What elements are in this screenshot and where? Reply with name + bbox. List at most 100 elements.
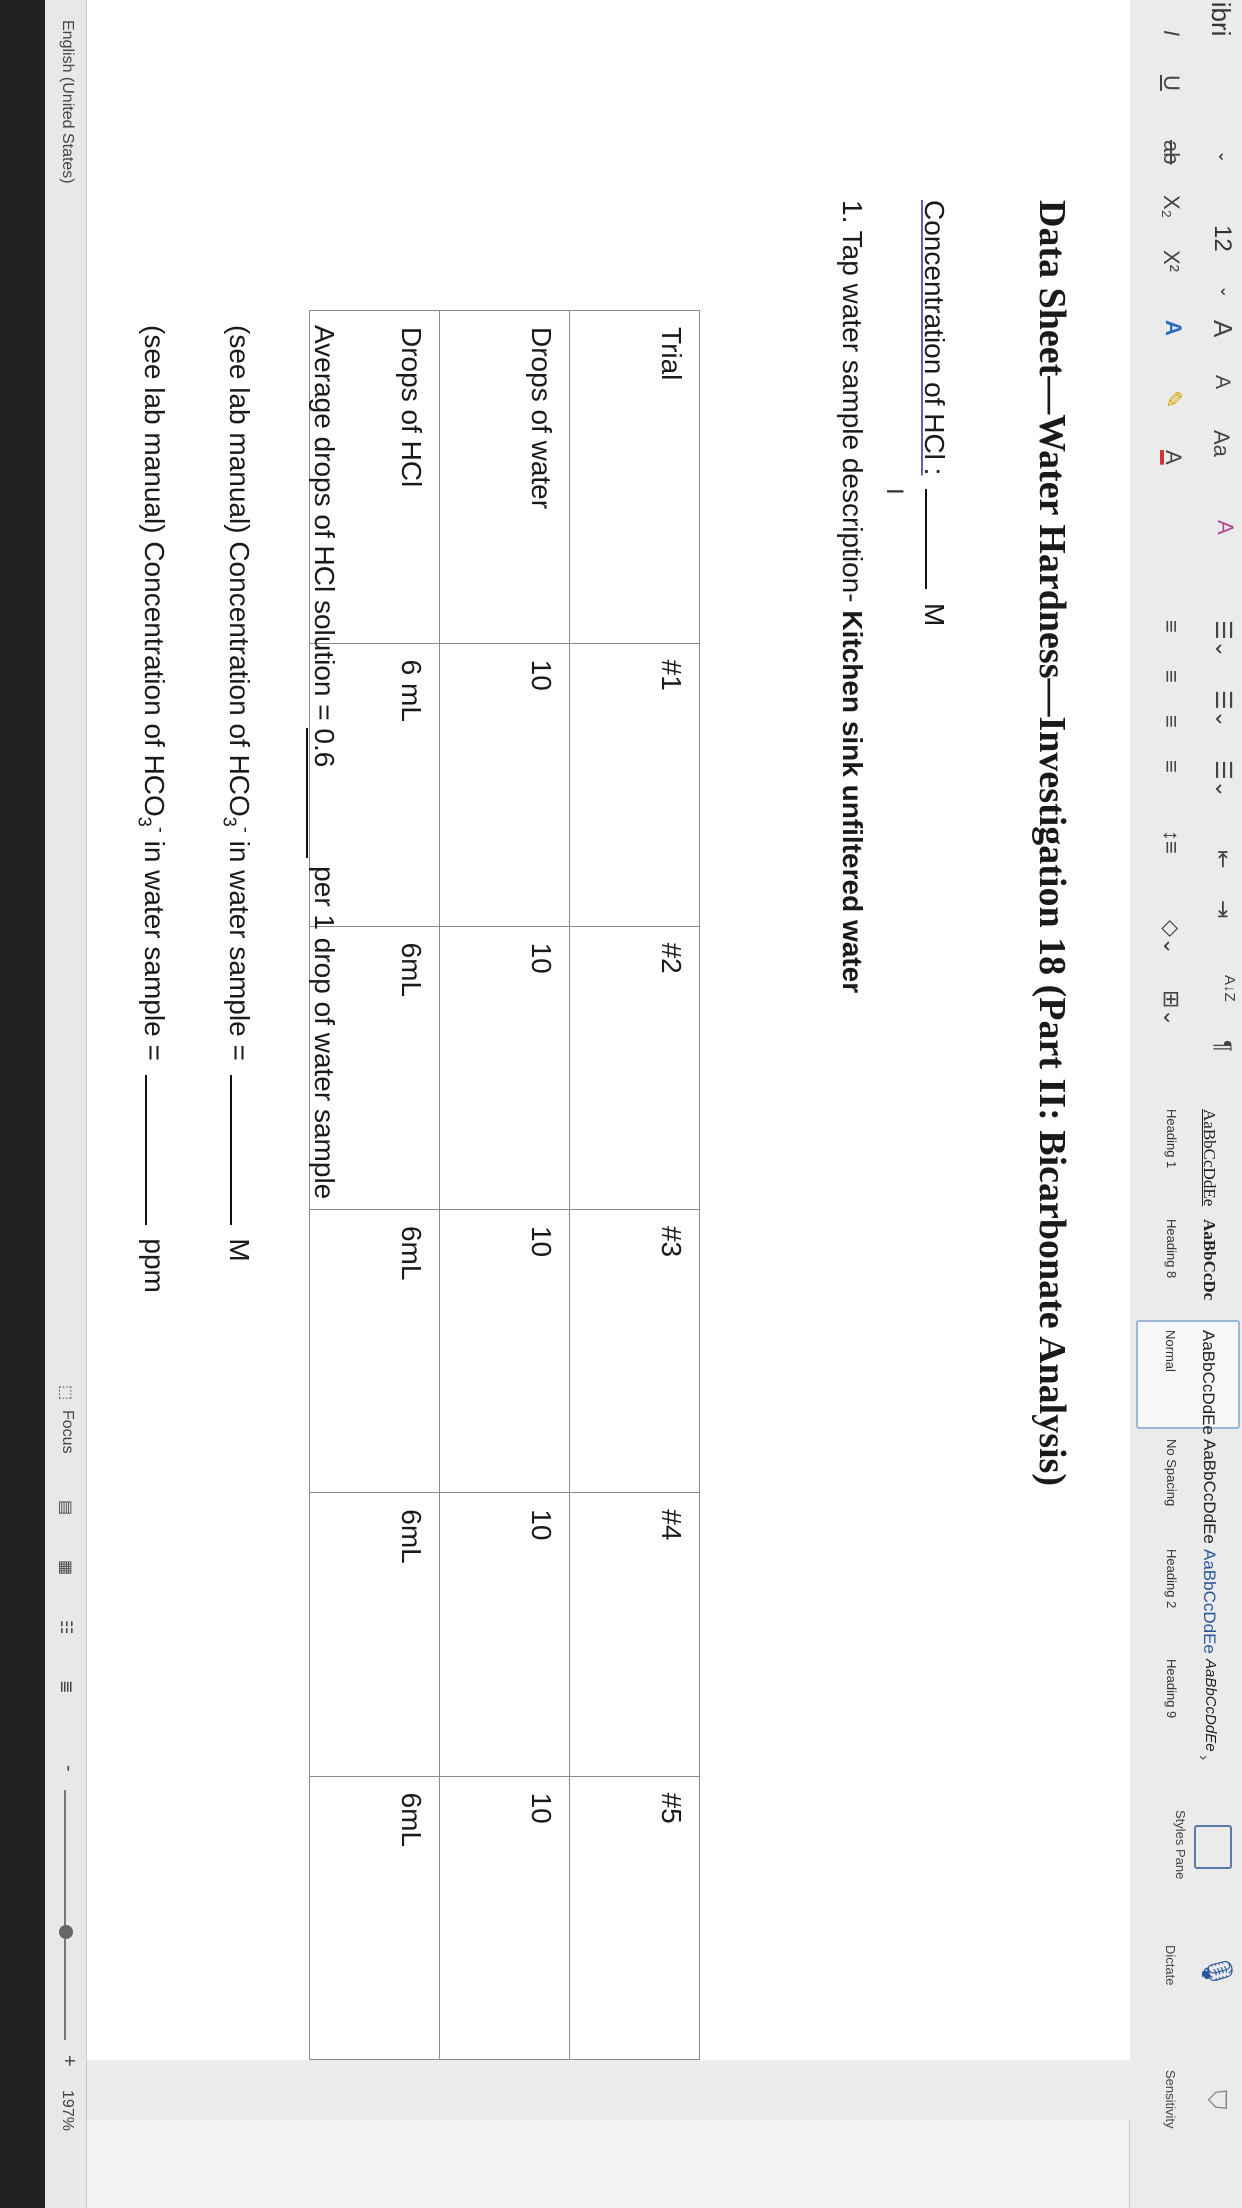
outline-view-icon[interactable]: ☷ (56, 1620, 76, 1634)
hco3-concentration-suffix: in water sample = (224, 832, 255, 1061)
justify-icon[interactable]: ≡ (1158, 760, 1184, 773)
grow-font-button[interactable]: A (1207, 320, 1238, 337)
concentration-label: Concentration of HCl : (919, 200, 950, 476)
sort-button[interactable]: A↓Z (1221, 975, 1238, 1002)
change-case-button[interactable]: Aa (1208, 430, 1234, 457)
focus-button[interactable]: Focus (58, 1410, 76, 1454)
font-size-box[interactable]: 12 (1208, 225, 1236, 252)
sample-description: Kitchen sink unfiltered water (837, 610, 868, 994)
status-bar: English (United States) ⬚ Focus ▤ ▦ ☷ ≣ … (44, 0, 87, 2208)
font-color-button[interactable]: A (1160, 450, 1186, 465)
table-cell[interactable]: 6mL (309, 1776, 440, 2060)
concentration-blank[interactable] (925, 489, 955, 590)
table-cell[interactable]: 6mL (309, 1209, 440, 1493)
zoom-slider[interactable] (64, 1790, 66, 2040)
table-cell[interactable]: 10 (439, 1492, 570, 1777)
styles-gallery-chevron-icon[interactable]: › (1194, 1755, 1212, 1760)
numbering-icon[interactable]: ☰⌄ (1210, 690, 1236, 728)
table-cell: #4 (569, 1492, 700, 1777)
zoom-out-button[interactable]: - (57, 1765, 80, 1772)
concentration-line: Concentration of HCl : M (918, 200, 955, 626)
table-cell: #5 (569, 1776, 700, 2060)
borders-icon[interactable]: ⊞⌄ (1158, 990, 1184, 1027)
language-indicator[interactable]: English (United States) (58, 20, 76, 184)
text-cursor-icon: I (881, 488, 908, 495)
web-layout-icon[interactable]: ▦ (56, 1560, 76, 1575)
hco3-ppm-suffix: in water sample = (139, 832, 170, 1061)
zoom-level[interactable]: 197% (58, 2090, 76, 2131)
clear-formatting-icon[interactable]: A (1212, 520, 1238, 535)
table-row: Drops of water 10 10 10 10 10 (439, 310, 570, 2060)
show-formatting-button[interactable]: ¶ (1210, 1040, 1236, 1052)
style-no-spacing[interactable]: AaBbCcDdEe No Spacing (1138, 1430, 1240, 1544)
align-right-icon[interactable]: ≡ (1158, 715, 1184, 728)
line-spacing-icon[interactable]: ↕≡ (1158, 830, 1184, 854)
average-label: Average drops of HCl solution = (309, 325, 340, 721)
sample-description-line: 1. Tap water sample description- Kitchen… (836, 200, 868, 993)
hco3-concentration-unit: M (224, 1238, 255, 1262)
styles-pane-icon (1194, 1825, 1232, 1869)
style-heading-2[interactable]: AaBbCcDdEe Heading 2 (1138, 1540, 1240, 1654)
superscript-button[interactable]: X² (1158, 250, 1184, 272)
hco3-concentration-blank[interactable] (230, 1074, 260, 1225)
table-cell[interactable]: 10 (439, 926, 570, 1210)
style-heading-9[interactable]: AaBbCcDdEe Heading 9 (1138, 1650, 1240, 1757)
average-line: Average drops of HCl solution = 0.6 per … (306, 325, 340, 1199)
table-row: Trial #1 #2 #3 #4 #5 (569, 310, 700, 2060)
hco3-ppm-unit: ppm (139, 1238, 170, 1293)
italic-button[interactable]: I (1158, 30, 1184, 36)
dictate-button[interactable]: 🎙 Dictate (1138, 1930, 1238, 2030)
style-heading-1[interactable]: AaBbCcDdEe Heading 1 (1138, 1100, 1240, 1207)
hco3-ppm-label: (see lab manual) Concentration of HCO (139, 325, 170, 817)
multilevel-list-icon[interactable]: ☰⌄ (1210, 760, 1236, 798)
average-suffix: per 1 drop of water sample (309, 866, 340, 1200)
shrink-font-button[interactable]: A (1210, 375, 1234, 389)
table-cell: #1 (569, 643, 700, 927)
text-effects-button[interactable]: A (1160, 320, 1186, 336)
subscript-button[interactable]: X₂ (1158, 195, 1184, 218)
strikethrough-button[interactable]: ab (1158, 140, 1184, 164)
style-normal[interactable]: AaBbCcDdEe Normal (1136, 1320, 1240, 1435)
document-title: Data Sheet—Water Hardness—Investigation … (1031, 200, 1073, 1486)
zoom-slider-thumb[interactable] (59, 1925, 73, 1939)
draft-view-icon[interactable]: ≣ (56, 1680, 76, 1693)
font-name-chevron-down-icon[interactable]: ⌄ (1214, 150, 1234, 163)
increase-indent-icon[interactable]: ⇥ (1210, 900, 1236, 918)
align-center-icon[interactable]: ≡ (1158, 670, 1184, 683)
table-cell[interactable]: 10 (439, 1776, 570, 2060)
table-cell: Trial (569, 310, 700, 644)
table-cell[interactable]: 10 (439, 643, 570, 927)
hco3-ppm-blank[interactable] (145, 1074, 175, 1225)
hco3-ppm-line: (see lab manual) Concentration of HCO3- … (133, 325, 175, 1293)
average-value[interactable]: 0.6 (306, 728, 340, 859)
underline-button[interactable]: U (1158, 75, 1184, 91)
styles-pane-button[interactable]: Styles Pane (1138, 1800, 1238, 1910)
dock (0, 0, 45, 2208)
font-name-box[interactable]: libri (1205, 0, 1236, 36)
microphone-icon: 🎙 (1200, 1952, 1233, 1991)
print-layout-icon[interactable]: ▤ (56, 1500, 76, 1515)
document-page[interactable]: Data Sheet—Water Hardness—Investigation … (30, 0, 1130, 2060)
document-area: Data Sheet—Water Hardness—Investigation … (0, 0, 1130, 2120)
highlight-icon[interactable]: ✎ (1160, 390, 1186, 408)
font-size-chevron-down-icon[interactable]: ⌄ (1216, 285, 1236, 298)
hco3-concentration-line: (see lab manual) Concentration of HCO3- … (218, 325, 260, 1262)
table-cell: Drops of water (439, 310, 570, 644)
table-cell[interactable]: 10 (439, 1209, 570, 1493)
shading-icon[interactable]: ◇⌄ (1158, 920, 1184, 955)
style-heading-8[interactable]: AaBbCcDc Heading 8 (1138, 1210, 1240, 1317)
decrease-indent-icon[interactable]: ⇤ (1210, 850, 1236, 868)
align-left-icon[interactable]: ≡ (1158, 620, 1184, 633)
concentration-unit: M (919, 603, 950, 627)
word-window: libri ⌄ 12 ⌄ A A Aa A I U ab X₂ X² A ✎ A… (0, 0, 1242, 2208)
trial-table: Trial #1 #2 #3 #4 #5 Drops of water 10 1… (309, 310, 700, 2060)
focus-icon[interactable]: ⬚ (56, 1385, 76, 1400)
subscript-3: 3 (134, 816, 155, 827)
zoom-in-button[interactable]: + (57, 2055, 80, 2067)
table-cell[interactable]: 6mL (309, 1492, 440, 1777)
bullets-icon[interactable]: ☰⌄ (1210, 620, 1236, 658)
sensitivity-button[interactable]: ⛉ Sensitivity (1138, 2050, 1238, 2180)
shield-icon: ⛉ (1202, 2090, 1232, 2110)
hco3-concentration-label: (see lab manual) Concentration of HCO (224, 325, 255, 817)
ribbon: libri ⌄ 12 ⌄ A A Aa A I U ab X₂ X² A ✎ A… (1129, 0, 1242, 2208)
